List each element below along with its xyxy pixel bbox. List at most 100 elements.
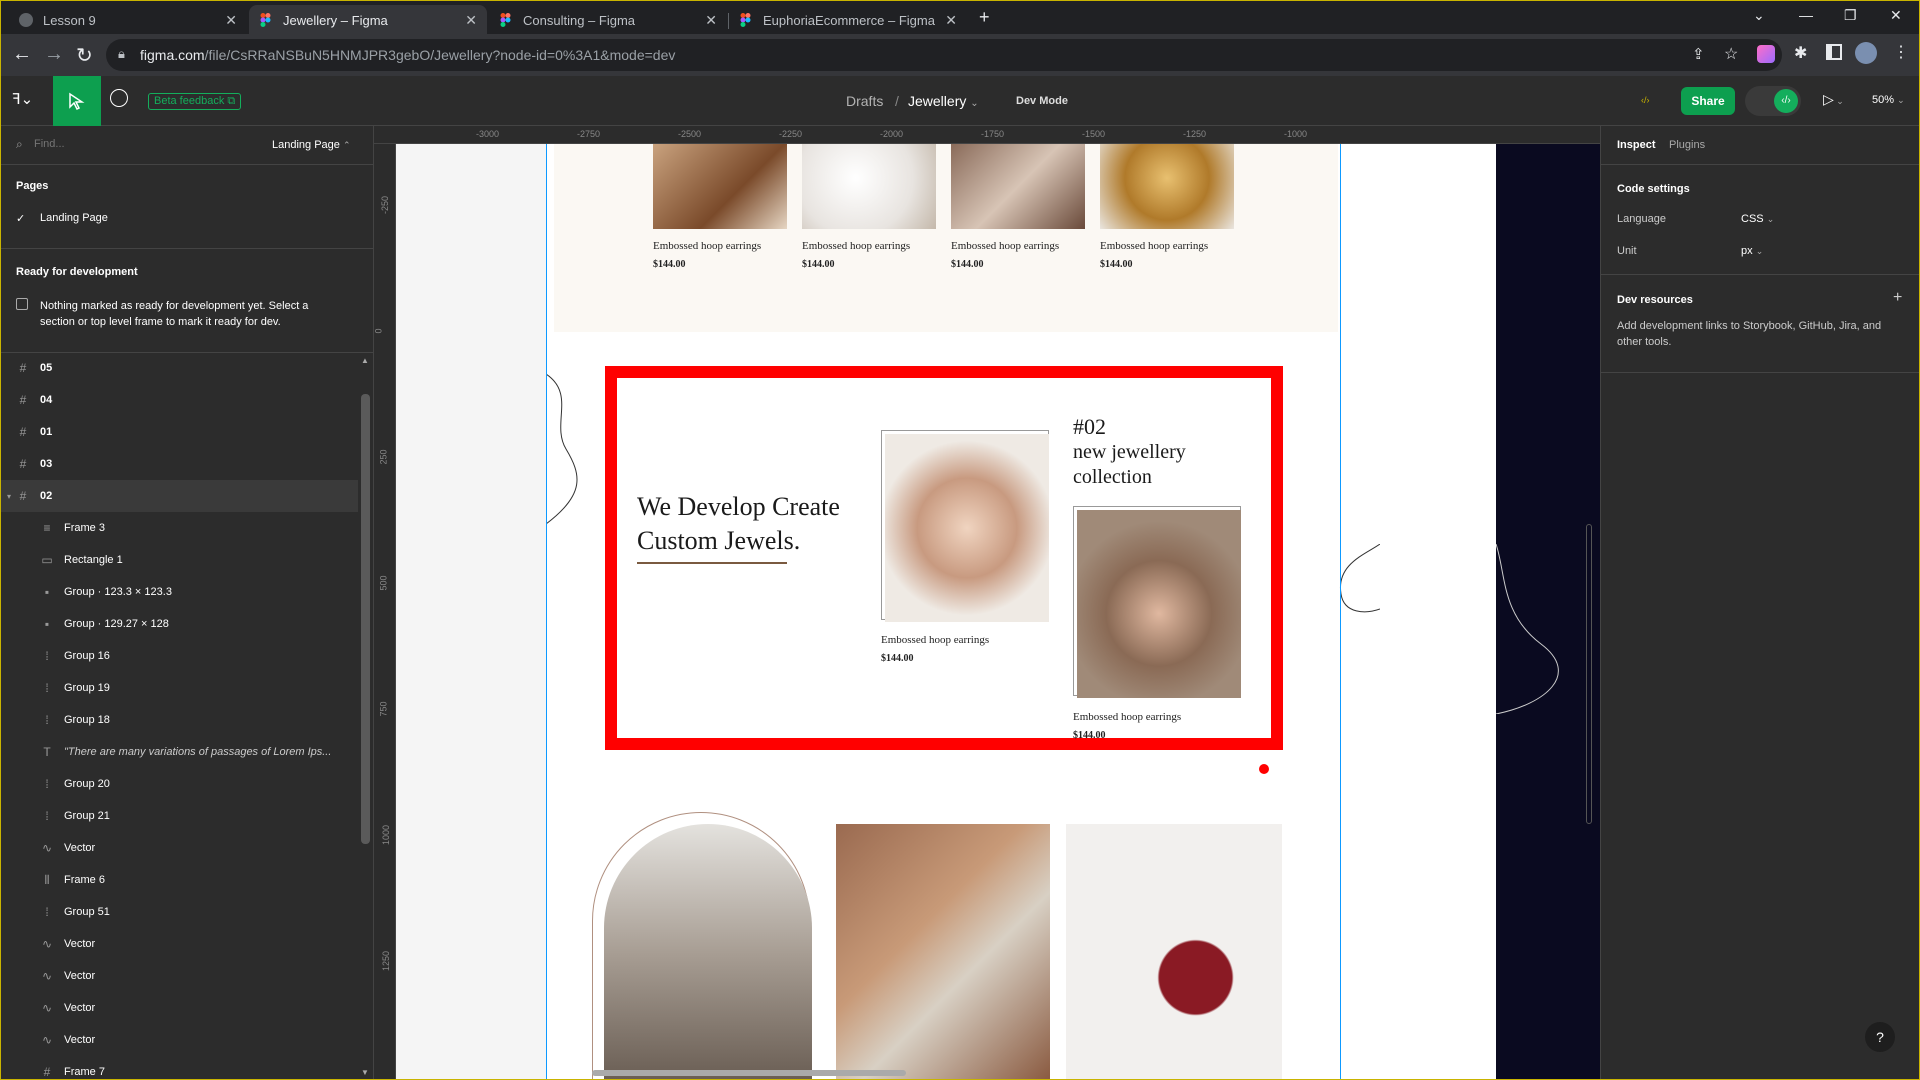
layer-item[interactable]: ≡ Frame 3 bbox=[0, 512, 358, 544]
layer-item[interactable]: ∿ Vector bbox=[0, 832, 358, 864]
layer-item[interactable]: ▭ Rectangle 1 bbox=[0, 544, 358, 576]
layer-item[interactable]: T "There are many variations of passages … bbox=[0, 736, 358, 768]
chevron-down-icon: ⌄ bbox=[970, 98, 979, 109]
close-tab-icon[interactable]: ✕ bbox=[945, 12, 957, 29]
tab-inspect[interactable]: Inspect bbox=[1617, 139, 1656, 151]
share-page-icon[interactable]: ⇪ bbox=[1692, 45, 1705, 63]
reload-icon[interactable]: ↻ bbox=[76, 43, 93, 68]
collection-number: #02 bbox=[1073, 414, 1106, 439]
layer-item[interactable]: ⁞ Group 18 bbox=[0, 704, 358, 736]
canvas-horizontal-scrollbar[interactable] bbox=[592, 1070, 906, 1076]
layer-item[interactable]: ⁞ Group 51 bbox=[0, 896, 358, 928]
layer-item[interactable]: # Frame 7 bbox=[0, 1056, 358, 1080]
layer-item[interactable]: ∿ Vector bbox=[0, 992, 358, 1024]
forward-icon[interactable]: → bbox=[44, 43, 64, 66]
layer-label: Vector bbox=[64, 842, 96, 854]
code-settings-heading: Code settings bbox=[1617, 183, 1690, 195]
layer-label: Vector bbox=[64, 938, 96, 950]
tab-euphoria[interactable]: EuphoriaEcommerce – Figma ✕ bbox=[729, 5, 967, 35]
tab-search-icon[interactable]: ⌄ bbox=[1753, 7, 1765, 24]
find-input[interactable] bbox=[34, 134, 234, 154]
figma-menu-icon[interactable]: ꟻ⌄ bbox=[12, 90, 33, 108]
avatar[interactable] bbox=[1855, 42, 1877, 64]
expand-caret-icon[interactable]: ▾ bbox=[2, 492, 16, 501]
tab-label: Lesson 9 bbox=[43, 12, 96, 28]
product-price: $144.00 bbox=[1073, 730, 1106, 741]
tab-lesson-9[interactable]: Lesson 9 ✕ bbox=[9, 5, 247, 35]
close-tab-icon[interactable]: ✕ bbox=[705, 12, 717, 29]
layer-item[interactable]: ⁞ Group 21 bbox=[0, 800, 358, 832]
unit-select[interactable]: px ⌄ bbox=[1741, 245, 1763, 257]
layer-item[interactable]: ∿ Vector bbox=[0, 928, 358, 960]
decorative-curve bbox=[1340, 544, 1380, 613]
bookmark-star-icon[interactable]: ☆ bbox=[1724, 44, 1738, 64]
share-button[interactable]: Share bbox=[1681, 87, 1735, 115]
layer-item[interactable]: ⁞ Group 16 bbox=[0, 640, 358, 672]
ruler-tick-label: -1000 bbox=[1284, 129, 1308, 139]
zoom-dropdown[interactable]: 50% ⌄ bbox=[1872, 94, 1905, 106]
product-price: $144.00 bbox=[1100, 259, 1133, 270]
inspect-tool-button[interactable] bbox=[53, 76, 101, 126]
chrome-menu-icon[interactable]: ⋮ bbox=[1893, 42, 1909, 62]
puzzle-icon[interactable]: ✱ bbox=[1794, 43, 1807, 63]
section-02-highlight[interactable]: We Develop Create Custom Jewels. Embosse… bbox=[605, 366, 1283, 774]
minimize-button[interactable]: — bbox=[1799, 7, 1813, 23]
language-select[interactable]: CSS ⌄ bbox=[1741, 213, 1774, 225]
search-icon: ⌕ bbox=[16, 137, 23, 151]
layer-type-icon: ∿ bbox=[41, 937, 53, 951]
side-panel-icon[interactable] bbox=[1826, 44, 1842, 60]
layer-item[interactable]: ⁞ Group 20 bbox=[0, 768, 358, 800]
layer-item[interactable]: ⦀ Frame 6 bbox=[0, 864, 358, 896]
layer-item[interactable]: ▪ Group · 129.27 × 128 bbox=[0, 608, 358, 640]
page-item-landing[interactable]: Landing Page bbox=[40, 212, 108, 224]
layer-item[interactable]: ▾ #02 bbox=[0, 480, 358, 512]
dev-mode-toggle[interactable]: ‹/› bbox=[1745, 86, 1801, 116]
dev-resources-description: Add development links to Storybook, GitH… bbox=[1617, 320, 1882, 348]
back-icon[interactable]: ← bbox=[12, 43, 32, 66]
layer-item[interactable]: ∿ Vector bbox=[0, 960, 358, 992]
divider bbox=[0, 164, 373, 165]
tab-jewellery[interactable]: Jewellery – Figma ✕ bbox=[249, 5, 487, 35]
new-tab-button[interactable]: + bbox=[979, 7, 990, 28]
page-switcher[interactable]: Landing Page ⌃ bbox=[272, 139, 351, 151]
layer-item[interactable]: #05 bbox=[0, 352, 358, 384]
scroll-up-arrow[interactable]: ▲ bbox=[361, 356, 369, 365]
layer-item[interactable]: #01 bbox=[0, 416, 358, 448]
design-canvas[interactable]: Embossed hoop earrings $144.00 Embossed … bbox=[396, 144, 1600, 1080]
layer-type-icon: ⁞ bbox=[45, 649, 49, 663]
product-name: Embossed hoop earrings bbox=[881, 634, 990, 646]
layer-item[interactable]: ▪ Group · 123.3 × 123.3 bbox=[0, 576, 358, 608]
close-tab-icon[interactable]: ✕ bbox=[465, 12, 477, 29]
layer-label: 01 bbox=[40, 426, 53, 438]
present-icon[interactable]: ▷ ⌄ bbox=[1823, 91, 1844, 108]
close-tab-icon[interactable]: ✕ bbox=[225, 12, 237, 29]
tab-plugins[interactable]: Plugins bbox=[1669, 139, 1705, 151]
layer-type-icon: ≡ bbox=[43, 521, 51, 535]
layer-type-icon: # bbox=[19, 361, 27, 375]
breadcrumb-drafts[interactable]: Drafts bbox=[846, 93, 883, 109]
layer-item[interactable]: #03 bbox=[0, 448, 358, 480]
layer-type-icon: ∿ bbox=[41, 1001, 53, 1015]
layer-type-icon: T bbox=[43, 745, 51, 759]
extension-icon[interactable] bbox=[1757, 45, 1775, 63]
layers-scroll-thumb[interactable] bbox=[361, 394, 370, 844]
layer-item[interactable]: #04 bbox=[0, 384, 358, 416]
layer-label: Vector bbox=[64, 970, 96, 982]
breadcrumb-file[interactable]: Jewellery ⌄ bbox=[908, 93, 979, 109]
comment-icon[interactable] bbox=[110, 89, 128, 107]
tab-consulting[interactable]: Consulting – Figma ✕ bbox=[489, 5, 727, 35]
layer-item[interactable]: ∿ Vector bbox=[0, 1024, 358, 1056]
canvas-vertical-scrollbar[interactable] bbox=[1586, 524, 1592, 824]
scroll-down-arrow[interactable]: ▼ bbox=[361, 1068, 369, 1077]
help-button[interactable]: ? bbox=[1865, 1022, 1895, 1052]
layer-item[interactable]: ⁞ Group 19 bbox=[0, 672, 358, 704]
address-bar[interactable]: 🔒︎ figma.com/file/CsRRaNSBuN5HNMJPR3gebO… bbox=[106, 39, 1782, 71]
product-name: Embossed hoop earrings bbox=[951, 240, 1060, 252]
layer-label: Frame 6 bbox=[64, 874, 105, 886]
window-close-button[interactable]: ✕ bbox=[1890, 7, 1902, 24]
restore-button[interactable]: ❐ bbox=[1844, 7, 1857, 24]
beta-feedback-button[interactable]: Beta feedback ⧉ bbox=[148, 93, 242, 110]
product-image bbox=[1100, 144, 1234, 229]
layer-type-icon: ⁞ bbox=[45, 713, 49, 727]
add-resource-button[interactable]: + bbox=[1893, 289, 1902, 307]
